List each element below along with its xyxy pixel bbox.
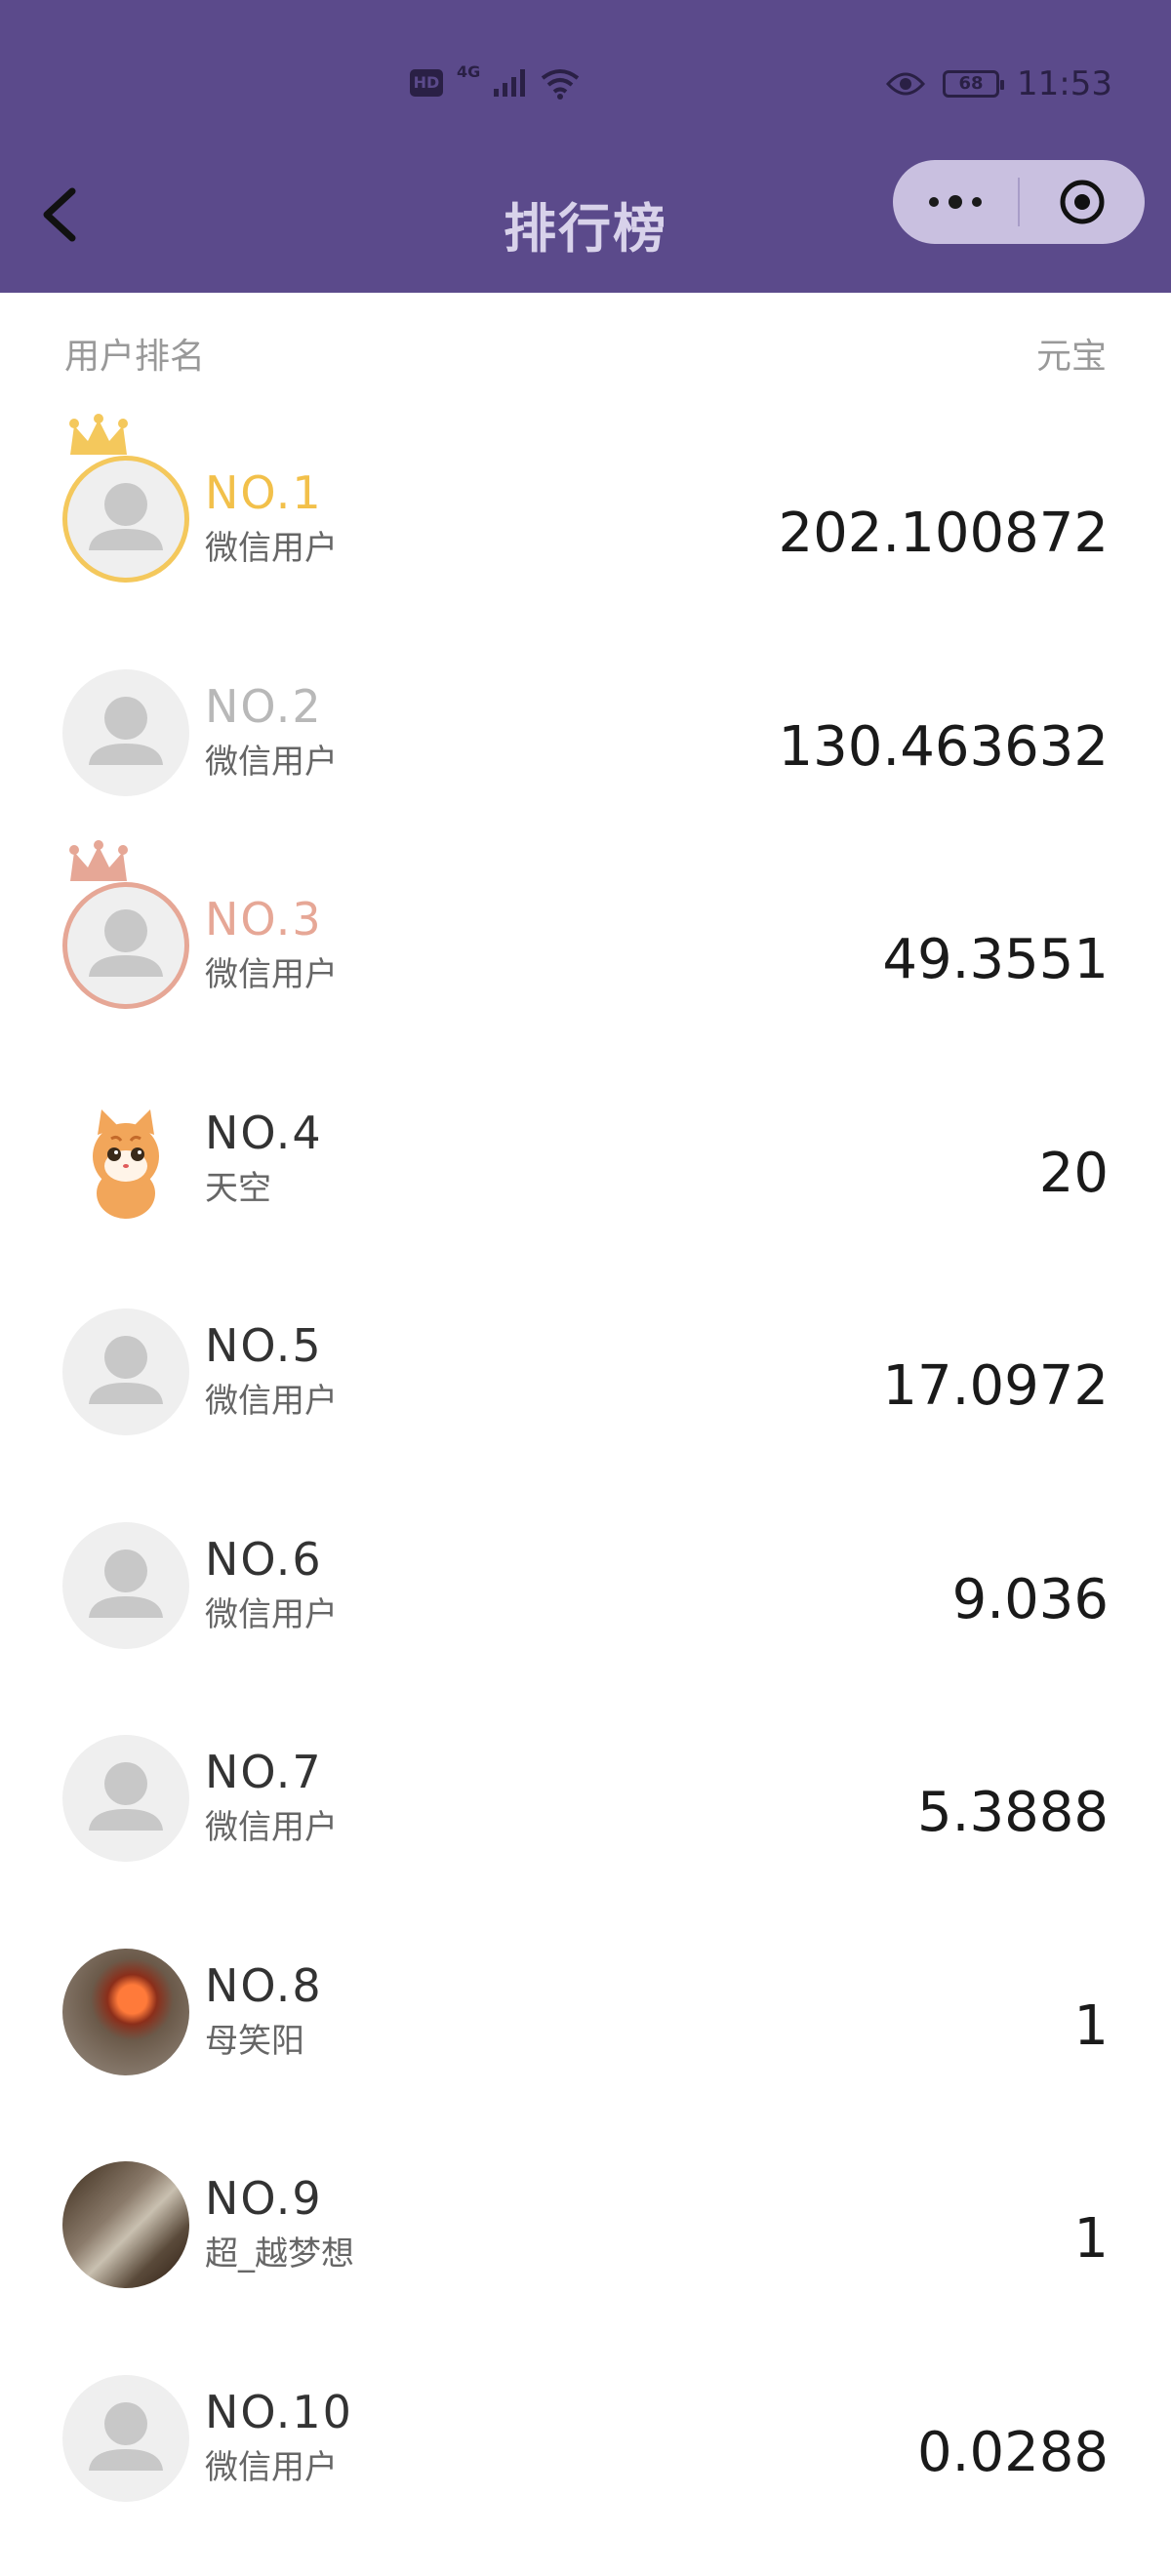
user-name: 超_越梦想 [205, 2234, 354, 2274]
yuanbao-amount: 1 [1073, 1993, 1109, 2058]
yuanbao-amount: 9.036 [951, 1567, 1109, 1631]
avatar [62, 882, 189, 1009]
ranking-row[interactable]: NO.5 微信用户 17.0972 [0, 1253, 1171, 1467]
wifi-icon [542, 69, 580, 100]
mini-program-capsule [893, 160, 1145, 244]
eye-icon [886, 72, 926, 96]
status-center: HD 4G [410, 62, 582, 100]
ranking-list: NO.1 微信用户 202.100872 NO.2 微信用户 130.46363… [0, 400, 1171, 2532]
yuanbao-amount: 1 [1073, 2207, 1109, 2271]
column-user-rank: 用户排名 [64, 337, 206, 377]
lamp-photo-avatar [62, 1948, 189, 2075]
default-user-icon [89, 909, 163, 977]
close-miniprogram-button[interactable] [1020, 160, 1145, 244]
avatar [62, 668, 189, 796]
status-time: 11:53 [1017, 64, 1112, 103]
ranking-row[interactable]: NO.7 微信用户 5.3888 [0, 1679, 1171, 1893]
user-name: 微信用户 [205, 955, 338, 994]
ranking-row[interactable]: NO.2 微信用户 130.463632 [0, 614, 1171, 827]
yuanbao-amount: 17.0972 [882, 1354, 1109, 1418]
cat-avatar-icon [62, 1095, 189, 1223]
ranking-row[interactable]: NO.4 天空 20 [0, 1040, 1171, 1254]
avatar [62, 1095, 189, 1223]
list-header: 用户排名 元宝 [64, 322, 1107, 381]
default-user-icon [89, 1336, 163, 1404]
signal-icon [494, 69, 526, 97]
avatar [62, 1521, 189, 1649]
user-name: 天空 [205, 1168, 271, 1208]
rank-label: NO.5 [205, 1319, 323, 1372]
avatar [62, 1948, 189, 2075]
yuanbao-amount: 130.463632 [778, 714, 1109, 779]
yuanbao-amount: 5.3888 [917, 1781, 1109, 1844]
default-user-icon [89, 696, 163, 765]
avatar [62, 1308, 189, 1435]
status-right: 68 11:53 [886, 64, 1112, 103]
yuanbao-amount: 49.3551 [882, 928, 1109, 991]
ranking-row[interactable]: NO.8 母笑阳 1 [0, 1893, 1171, 2107]
default-user-icon [89, 483, 163, 550]
user-name: 微信用户 [205, 742, 338, 782]
user-name: 微信用户 [205, 2447, 338, 2487]
ranking-row[interactable]: NO.9 超_越梦想 1 [0, 2106, 1171, 2319]
ranking-row[interactable]: NO.6 微信用户 9.036 [0, 1467, 1171, 1680]
default-user-icon [89, 2401, 163, 2471]
status-bar: HD 4G 68 11:53 [0, 59, 1171, 117]
battery-icon: 68 [943, 70, 1005, 98]
ranking-row[interactable]: NO.3 微信用户 49.3551 [0, 826, 1171, 1040]
rank-label: NO.7 [205, 1746, 323, 1798]
header-bar: HD 4G 68 11:53 排行榜 [0, 0, 1171, 293]
rank-label: NO.8 [205, 1958, 323, 2012]
more-button[interactable] [893, 160, 1018, 244]
default-user-icon [89, 1762, 163, 1831]
rank-label: NO.9 [205, 2172, 323, 2225]
rank-label: NO.10 [205, 2385, 353, 2438]
column-yuanbao: 元宝 [1035, 337, 1107, 377]
default-user-icon [89, 1549, 163, 1618]
avatar [62, 2161, 189, 2288]
hd-icon: HD [410, 69, 443, 97]
rank-label: NO.4 [205, 1106, 323, 1159]
user-name: 微信用户 [205, 529, 338, 568]
avatar [62, 1735, 189, 1862]
network-type-label: 4G [457, 61, 481, 81]
user-name: 微信用户 [205, 1808, 338, 1847]
user-name: 母笑阳 [205, 2021, 304, 2061]
rank-label: NO.2 [205, 679, 323, 733]
avatar [62, 2374, 189, 2502]
gold-crown-icon [69, 414, 128, 455]
target-circle-icon [1060, 180, 1105, 224]
more-dots-icon [929, 195, 982, 209]
bronze-crown-icon [69, 840, 128, 881]
room-photo-avatar [62, 2161, 189, 2288]
user-name: 微信用户 [205, 1594, 338, 1634]
ranking-row[interactable]: NO.1 微信用户 202.100872 [0, 400, 1171, 614]
yuanbao-amount: 20 [1038, 1141, 1109, 1205]
rank-label: NO.3 [205, 893, 323, 946]
rank-label: NO.1 [205, 466, 323, 519]
ranking-row[interactable]: NO.10 微信用户 0.0288 [0, 2319, 1171, 2533]
nav-bar: 排行榜 [0, 146, 1171, 273]
yuanbao-amount: 202.100872 [778, 502, 1109, 565]
avatar [62, 456, 189, 583]
user-name: 微信用户 [205, 1382, 338, 1421]
yuanbao-amount: 0.0288 [917, 2420, 1109, 2484]
rank-label: NO.6 [205, 1532, 323, 1586]
